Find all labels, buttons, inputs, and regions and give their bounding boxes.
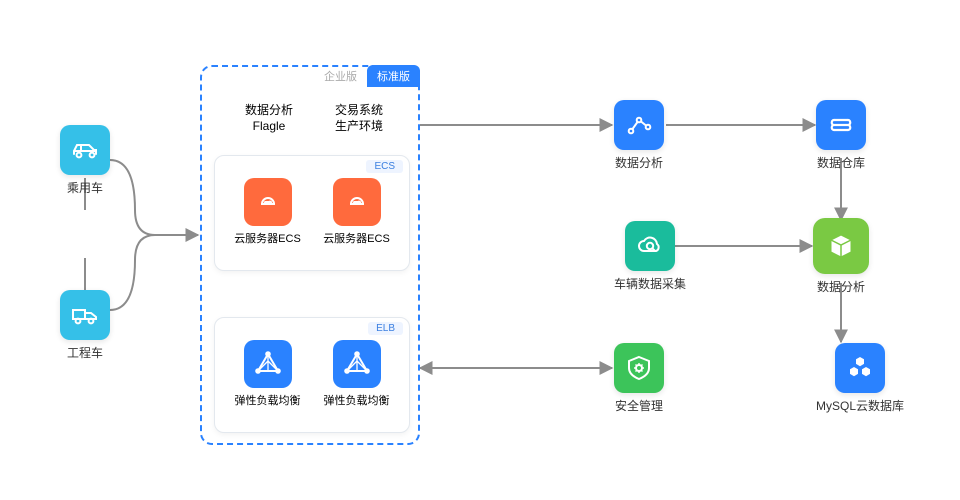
center-title-trade: 交易系统 生产环境 — [324, 103, 394, 134]
node-data-analytics-big: 数据分析 — [813, 218, 869, 295]
warehouse-icon — [816, 100, 866, 150]
mysql-db-label: MySQL云数据库 — [816, 397, 904, 414]
elb-badge: ELB — [368, 322, 403, 335]
edition-tabs: 企业版 标准版 — [314, 65, 420, 87]
node-data-analytics: 数据分析 — [614, 100, 664, 171]
center-service-box: 企业版 标准版 数据分析 Flagle 交易系统 生产环境 ECS 云服务器EC… — [200, 65, 420, 445]
vehicle-data-collection-label: 车辆数据采集 — [614, 275, 686, 292]
ecs-icon — [244, 178, 292, 226]
ecs-icon — [333, 178, 381, 226]
elb-icon — [333, 340, 381, 388]
node-vehicle-data-collection: 车辆数据采集 — [614, 221, 686, 292]
elb-item-1: 弹性负载均衡 — [235, 340, 301, 408]
node-data-warehouse: 数据仓库 — [816, 100, 866, 171]
ecs-item-2: 云服务器ECS — [323, 178, 390, 246]
data-warehouse-label: 数据仓库 — [817, 154, 865, 171]
analytics-icon — [614, 100, 664, 150]
node-mysql-db: MySQL云数据库 — [816, 343, 904, 414]
cube-icon — [813, 218, 869, 274]
elb-card: ELB 弹性负载均衡 弹性负载均衡 — [214, 317, 410, 433]
data-analytics-big-label: 数据分析 — [817, 278, 865, 295]
hexagon-cluster-icon — [835, 343, 885, 393]
node-security-management: 安全管理 — [614, 343, 664, 414]
tab-standard[interactable]: 标准版 — [367, 65, 420, 87]
truck-icon — [60, 290, 110, 340]
tab-enterprise[interactable]: 企业版 — [314, 65, 367, 87]
data-analytics-label: 数据分析 — [615, 154, 663, 171]
ecs-card: ECS 云服务器ECS 云服务器ECS — [214, 155, 410, 271]
elb-item-2: 弹性负载均衡 — [324, 340, 390, 408]
car-icon — [60, 125, 110, 175]
node-engineering-truck: 工程车 — [60, 290, 110, 361]
security-management-label: 安全管理 — [615, 397, 663, 414]
ecs-item-1: 云服务器ECS — [234, 178, 301, 246]
shield-gear-icon — [614, 343, 664, 393]
passenger-car-label: 乘用车 — [67, 179, 103, 196]
elb-icon — [244, 340, 292, 388]
ecs-badge: ECS — [366, 160, 403, 173]
center-title-analytics: 数据分析 Flagle — [234, 103, 304, 134]
cloud-search-icon — [625, 221, 675, 271]
node-passenger-car: 乘用车 — [60, 125, 110, 196]
engineering-truck-label: 工程车 — [67, 344, 103, 361]
